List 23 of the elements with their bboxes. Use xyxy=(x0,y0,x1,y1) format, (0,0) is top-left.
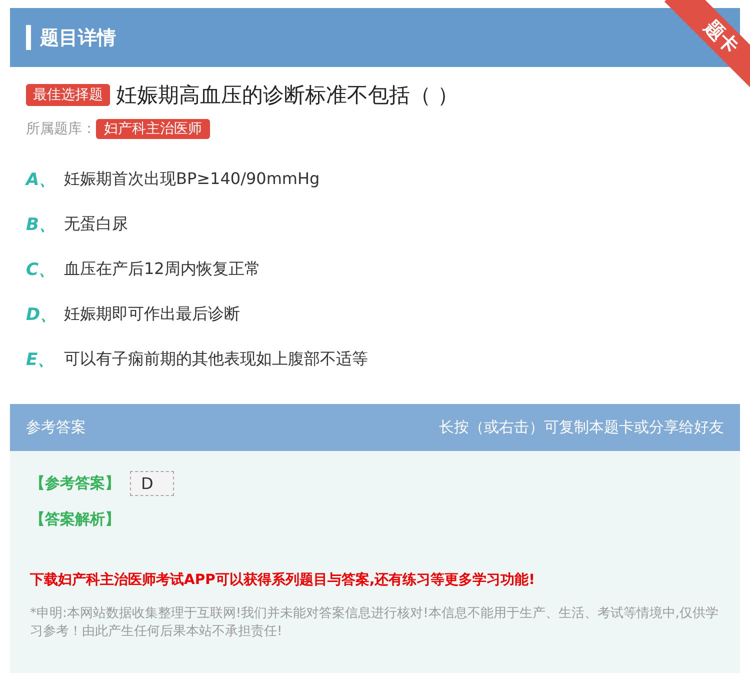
option-text: 可以有子痫前期的其他表现如上腹部不适等 xyxy=(64,349,368,370)
promo-text: 下载妇产科主治医师考试APP可以获得系列题目与答案,还有练习等更多学习功能! xyxy=(30,571,536,589)
option-letter: C、 xyxy=(26,259,56,281)
title-accent-bar xyxy=(26,25,31,50)
option-text: 妊娠期首次出现BP≥140/90mmHg xyxy=(64,169,320,190)
option-text: 无蛋白尿 xyxy=(64,214,128,235)
question-text: 妊娠期高血压的诊断标准不包括（ ） xyxy=(116,82,459,109)
answer-section-title: 参考答案 xyxy=(26,418,86,437)
answer-label: 【参考答案】 xyxy=(30,474,120,493)
option-letter: A、 xyxy=(26,169,58,191)
analysis-label: 【答案解析】 xyxy=(30,510,121,529)
answer-image: D xyxy=(130,471,174,496)
option-text: 血压在产后12周内恢复正常 xyxy=(64,259,260,280)
option-letter: B、 xyxy=(26,214,57,236)
option-text: 妊娠期即可作出最后诊断 xyxy=(64,304,240,325)
option-letter: D、 xyxy=(26,304,58,326)
page-title: 题目详情 xyxy=(40,26,116,50)
question-bank-tag[interactable]: 妇产科主治医师 xyxy=(96,119,210,139)
bank-label: 所属题库： xyxy=(26,120,96,138)
question-type-tag: 最佳选择题 xyxy=(26,84,110,106)
share-hint: 长按（或右击）可复制本题卡或分享给好友 xyxy=(439,418,724,437)
disclaimer-text: *申明:本网站数据收集整理于互联网!我们并未能对答案信息进行核对!本信息不能用于生产、生活、考试等情境中,仅供学习参考！由此产生任何后果本站不承担责任! xyxy=(30,605,720,641)
option-letter: E、 xyxy=(26,349,56,371)
